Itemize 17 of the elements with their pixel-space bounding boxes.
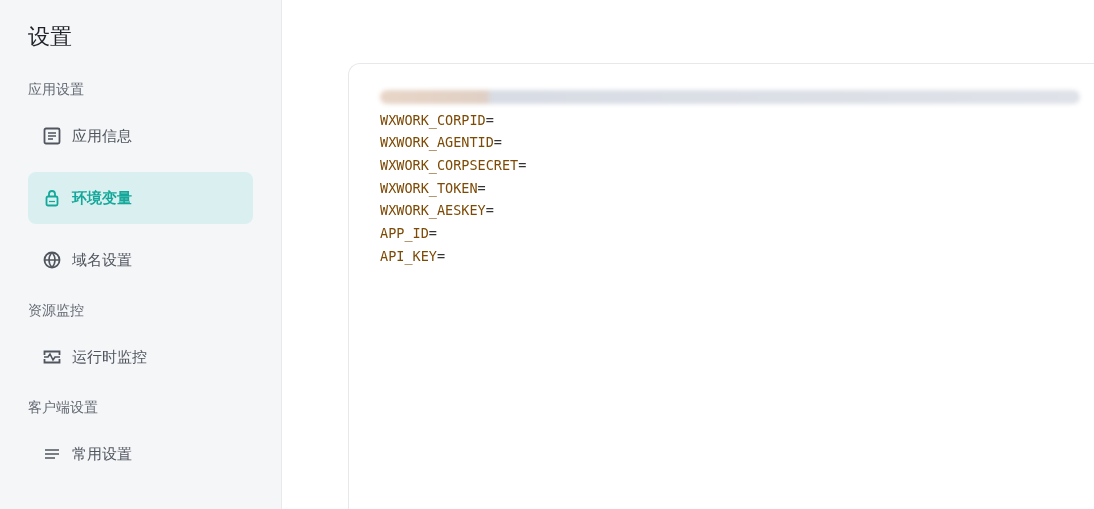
nav-item[interactable]: 域名设置 <box>28 234 253 286</box>
document-icon <box>42 126 62 146</box>
section-heading: 应用设置 <box>28 80 85 99</box>
nav-item[interactable]: 常用设置 <box>28 428 253 480</box>
nav-item[interactable]: 应用信息 <box>28 110 253 162</box>
section-heading: 资源监控 <box>28 301 85 320</box>
code-line: WXWORK_AESKEY= <box>380 201 495 221</box>
code-line: API_KEY= <box>380 246 447 267</box>
sidebar-title: 设置 <box>28 23 73 51</box>
code-line: WXWORK_AGENTID= <box>380 133 503 153</box>
code-line: WXWORK_CORPID= <box>380 110 495 131</box>
globe-icon <box>42 250 62 270</box>
code-line: WXWORK_TOKEN= <box>380 178 487 199</box>
nav-item[interactable]: 运行时监控 <box>28 331 253 383</box>
code-line: APP_ID= <box>380 224 438 244</box>
code-line: WXWORK_CORPSECRET= <box>380 156 528 176</box>
section-heading: 客户端设置 <box>28 398 99 417</box>
